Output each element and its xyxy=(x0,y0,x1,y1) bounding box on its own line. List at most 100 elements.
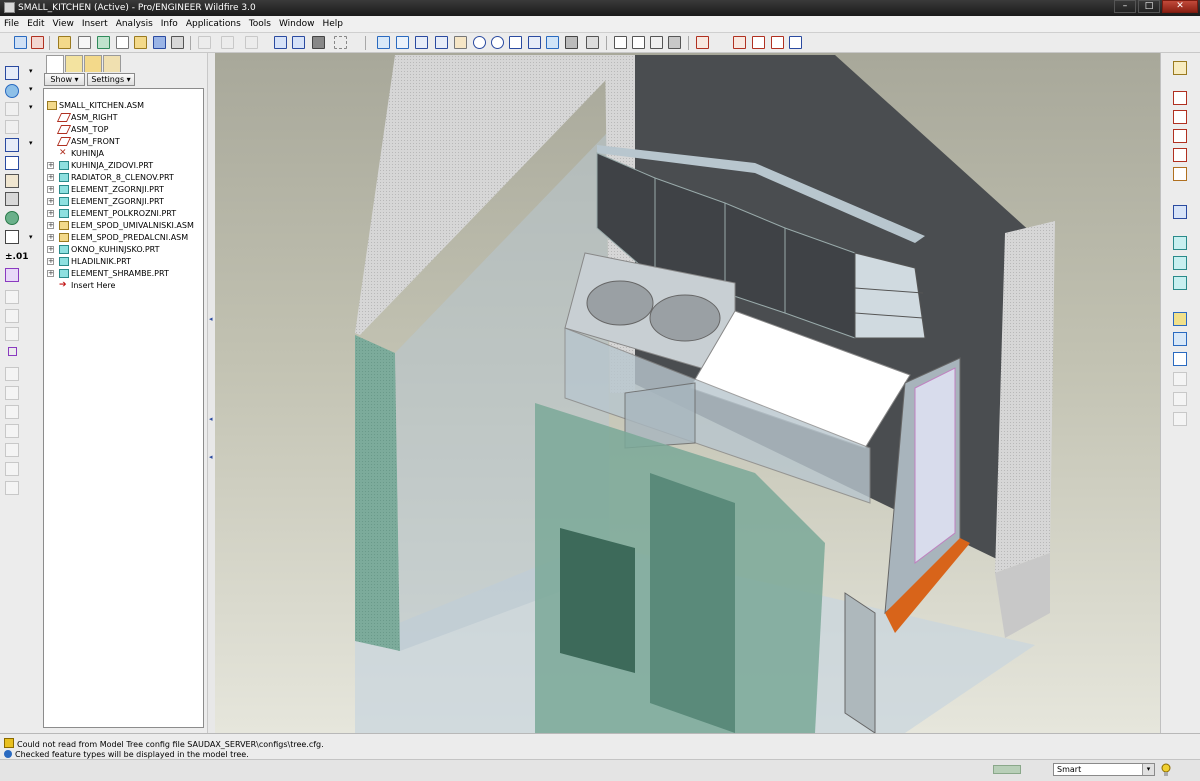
graphics-viewport[interactable] xyxy=(215,53,1160,733)
tree-row[interactable]: ➔ Insert Here xyxy=(44,280,203,292)
measure-icon[interactable] xyxy=(5,156,19,170)
datum-points-icon[interactable] xyxy=(771,36,784,49)
expand-icon[interactable]: + xyxy=(47,198,54,205)
chevron-down-icon[interactable]: ▾ xyxy=(29,233,33,241)
collapse-arrow-icon[interactable]: ◂ xyxy=(209,315,213,323)
tree-row[interactable]: ASM_TOP xyxy=(44,124,203,136)
hand-icon[interactable] xyxy=(454,36,467,49)
model-analysis-icon[interactable] xyxy=(5,138,19,152)
window-icon[interactable] xyxy=(97,36,110,49)
tool-icon[interactable] xyxy=(5,230,19,244)
settings-button[interactable]: Settings ▾ xyxy=(87,73,135,86)
pan-icon[interactable] xyxy=(435,36,448,49)
datum-plane-toggle-icon[interactable] xyxy=(733,36,746,49)
sketch-tool-icon[interactable] xyxy=(5,66,19,80)
refit-icon[interactable] xyxy=(509,36,522,49)
globe-icon[interactable] xyxy=(5,211,19,225)
model-tree-tab[interactable] xyxy=(46,55,64,73)
menu-tools[interactable]: Tools xyxy=(245,16,275,32)
layers-icon[interactable] xyxy=(565,36,578,49)
datum-curve-tool-icon[interactable] xyxy=(1173,129,1187,143)
tree-row[interactable]: SMALL_KITCHEN.ASM xyxy=(44,100,203,112)
spin-center-icon[interactable] xyxy=(396,36,409,49)
chevron-down-icon[interactable]: ▾ xyxy=(29,67,33,75)
open-folder-icon[interactable] xyxy=(58,36,71,49)
hole-tool-icon[interactable] xyxy=(1173,236,1187,250)
tree-row[interactable]: + ELEMENT_POLKROZNI.PRT xyxy=(44,208,203,220)
chevron-down-icon[interactable]: ▾ xyxy=(29,85,33,93)
tree-row[interactable]: + ELEM_SPOD_UMIVALNISKI.ASM xyxy=(44,220,203,232)
select-box-icon[interactable] xyxy=(334,36,347,49)
precision-label[interactable]: ±.01 xyxy=(5,252,28,262)
datum-axes-icon[interactable] xyxy=(752,36,765,49)
menu-info[interactable]: Info xyxy=(157,16,182,32)
collapse-arrow-icon[interactable]: ◂ xyxy=(209,415,213,423)
no-hidden-icon[interactable] xyxy=(650,36,663,49)
tree-row[interactable]: + ELEMENT_SHRAMBE.PRT xyxy=(44,268,203,280)
app-icon[interactable] xyxy=(4,2,15,13)
menu-file[interactable]: File xyxy=(0,16,23,32)
copy-icon[interactable] xyxy=(198,36,211,49)
regenerate-model-icon[interactable] xyxy=(274,36,287,49)
round-tool-icon[interactable] xyxy=(1173,256,1187,270)
zoom-in-icon[interactable] xyxy=(473,36,486,49)
expand-icon[interactable]: + xyxy=(47,234,54,241)
chevron-down-icon[interactable]: ▾ xyxy=(1142,764,1154,775)
mass-properties-icon[interactable] xyxy=(5,174,19,188)
menu-help[interactable]: Help xyxy=(318,16,347,32)
tree-row[interactable]: ASM_RIGHT xyxy=(44,112,203,124)
redo-icon[interactable] xyxy=(245,36,258,49)
view-manager-icon[interactable] xyxy=(528,36,541,49)
chevron-down-icon[interactable]: ▾ xyxy=(29,103,33,111)
graph-icon[interactable] xyxy=(5,268,19,282)
menu-window[interactable]: Window xyxy=(275,16,319,32)
lightbulb-icon[interactable] xyxy=(1160,763,1172,777)
sweep-tool-icon[interactable] xyxy=(1173,352,1187,366)
hidden-line-icon[interactable] xyxy=(632,36,645,49)
datum-planes-icon[interactable] xyxy=(696,36,709,49)
zoom-out-icon[interactable] xyxy=(491,36,504,49)
manikin-icon[interactable] xyxy=(5,192,19,206)
analysis-feature-icon[interactable] xyxy=(1173,205,1187,219)
tree-row[interactable]: + ELEMENT_ZGORNJI.PRT xyxy=(44,184,203,196)
blank-page-icon[interactable] xyxy=(116,36,129,49)
tree-row[interactable]: + OKNO_KUHINJSKO.PRT xyxy=(44,244,203,256)
collapse-arrow-icon[interactable]: ◂ xyxy=(209,453,213,461)
show-button[interactable]: Show ▾ xyxy=(44,73,85,86)
undo-icon[interactable] xyxy=(221,36,234,49)
repeat-component-icon[interactable] xyxy=(1173,332,1187,346)
close-button[interactable]: ✕ xyxy=(1162,0,1198,13)
datum-axis-tool-icon[interactable] xyxy=(1173,110,1187,124)
repaint-icon[interactable] xyxy=(377,36,390,49)
expand-icon[interactable]: + xyxy=(47,258,54,265)
menu-view[interactable]: View xyxy=(49,16,78,32)
wireframe-icon[interactable] xyxy=(614,36,627,49)
tree-row[interactable]: ASM_FRONT xyxy=(44,136,203,148)
menu-insert[interactable]: Insert xyxy=(78,16,112,32)
expand-icon[interactable]: + xyxy=(47,246,54,253)
regenerate-icon[interactable] xyxy=(14,36,27,49)
close-window-icon[interactable] xyxy=(31,36,44,49)
tree-row[interactable]: ✕ KUHINJA xyxy=(44,148,203,160)
expand-icon[interactable]: + xyxy=(47,210,54,217)
model-display-icon[interactable] xyxy=(586,36,599,49)
datum-point-tool-icon[interactable] xyxy=(1173,148,1187,162)
open-icon[interactable] xyxy=(134,36,147,49)
pattern-tool-icon[interactable] xyxy=(1173,276,1187,290)
datum-plane-tool-icon[interactable] xyxy=(1173,91,1187,105)
tree-row[interactable]: + ELEM_SPOD_PREDALCNI.ASM xyxy=(44,232,203,244)
regen-manager-icon[interactable] xyxy=(292,36,305,49)
favorites-tab[interactable] xyxy=(84,55,102,72)
coordinate-system-tool-icon[interactable] xyxy=(1173,167,1187,181)
expand-icon[interactable]: + xyxy=(47,186,54,193)
tree-row[interactable]: + KUHINJA_ZIDOVI.PRT xyxy=(44,160,203,172)
menu-analysis[interactable]: Analysis xyxy=(112,16,157,32)
shading-icon[interactable] xyxy=(668,36,681,49)
kitchen-3d-model[interactable] xyxy=(215,53,1160,733)
history-tab[interactable] xyxy=(103,55,121,72)
coordinate-systems-icon[interactable] xyxy=(789,36,802,49)
chevron-down-icon[interactable]: ▾ xyxy=(29,139,33,147)
selection-filter-dropdown[interactable]: Smart ▾ xyxy=(1053,763,1155,776)
orient-icon[interactable] xyxy=(415,36,428,49)
saved-views-icon[interactable] xyxy=(546,36,559,49)
